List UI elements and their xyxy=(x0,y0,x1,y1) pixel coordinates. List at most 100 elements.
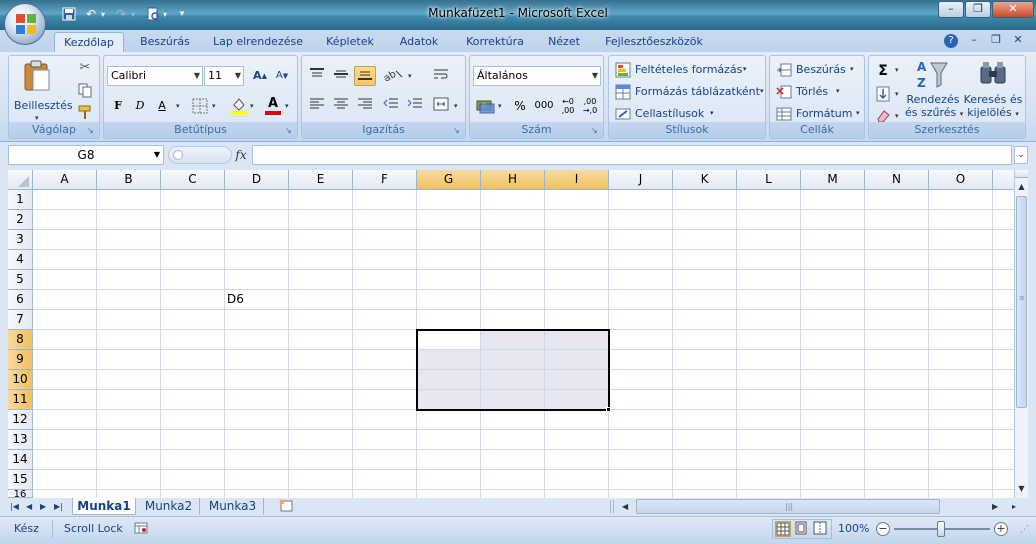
font-name-combo[interactable]: Calibri ▼ xyxy=(107,66,203,86)
merge-center-icon[interactable] xyxy=(430,96,452,116)
row-header-5[interactable]: 5 xyxy=(8,270,33,290)
first-sheet-icon[interactable]: |◀ xyxy=(10,500,22,513)
prev-sheet-icon[interactable]: ◀ xyxy=(26,500,36,513)
insert-sheet-icon[interactable] xyxy=(278,499,294,513)
percent-style-button[interactable]: % xyxy=(510,96,530,116)
ribbon-minimize-icon[interactable]: – xyxy=(966,32,982,48)
undo-dropdown-icon[interactable]: ▾ xyxy=(98,6,108,23)
wrap-text-icon[interactable] xyxy=(430,66,452,86)
increase-indent-icon[interactable] xyxy=(404,96,426,116)
column-header-D[interactable]: D xyxy=(225,170,289,190)
normal-view-icon[interactable] xyxy=(775,521,791,537)
bold-button[interactable]: F xyxy=(108,96,128,116)
font-size-dropdown-icon[interactable]: ▼ xyxy=(235,67,241,85)
decrease-decimal-icon[interactable]: ,00 →,0 xyxy=(580,96,600,116)
underline-dropdown-icon[interactable]: ▾ xyxy=(176,102,180,110)
tab-nezet[interactable]: Nézet xyxy=(542,32,586,53)
scroll-down-icon[interactable]: ▼ xyxy=(1015,482,1028,496)
row-header-13[interactable]: 13 xyxy=(8,430,33,450)
zoom-slider-thumb[interactable] xyxy=(937,521,945,537)
page-layout-view-icon[interactable] xyxy=(794,521,810,537)
insert-cells-button[interactable]: Beszúrás ▾ xyxy=(776,61,862,79)
cut-icon[interactable]: ✂ xyxy=(77,60,93,76)
copy-icon[interactable] xyxy=(77,82,93,98)
row-header-11[interactable]: 11 xyxy=(8,390,33,410)
worksheet-grid[interactable]: A B C D E F G H I J K L M N O 1 2 3 4 5 … xyxy=(8,170,1014,498)
column-header-C[interactable]: C xyxy=(161,170,225,190)
column-header-N[interactable]: N xyxy=(865,170,929,190)
tab-kezdolap[interactable]: Kezdőlap xyxy=(54,32,124,53)
font-size-combo[interactable]: 11 ▼ xyxy=(204,66,244,86)
column-header-I[interactable]: I xyxy=(545,170,609,190)
decrease-indent-icon[interactable] xyxy=(380,96,402,116)
format-painter-icon[interactable] xyxy=(77,104,93,120)
fill-color-dropdown-icon[interactable]: ▾ xyxy=(250,102,254,110)
vertical-scroll-thumb[interactable]: ≡ xyxy=(1016,196,1027,408)
vertical-scrollbar[interactable]: ▲ ≡ ▼ xyxy=(1014,170,1028,498)
column-header-G[interactable]: G xyxy=(417,170,481,190)
hsplit-box-icon[interactable]: ▸ xyxy=(1012,500,1022,513)
font-name-dropdown-icon[interactable]: ▼ xyxy=(194,67,200,85)
last-sheet-icon[interactable]: ▶| xyxy=(54,500,66,513)
close-button[interactable]: ✕ xyxy=(992,1,1034,18)
orientation-icon[interactable]: ab xyxy=(380,66,406,86)
font-launcher-icon[interactable]: ↘ xyxy=(285,126,295,136)
row-header-15[interactable]: 15 xyxy=(8,470,33,490)
shrink-font-icon[interactable]: A▼ xyxy=(272,66,292,86)
align-right-icon[interactable] xyxy=(354,96,376,116)
column-header-M[interactable]: M xyxy=(801,170,865,190)
redo-dropdown-icon[interactable]: ▾ xyxy=(128,6,138,23)
scroll-right-icon[interactable]: ▶ xyxy=(992,500,1002,513)
workbook-close-icon[interactable]: ✕ xyxy=(1010,32,1026,48)
office-button[interactable] xyxy=(4,3,46,45)
split-box[interactable] xyxy=(1015,170,1028,178)
italic-button[interactable]: D xyxy=(130,96,150,116)
zoom-level[interactable]: 100% xyxy=(838,521,869,537)
row-header-4[interactable]: 4 xyxy=(8,250,33,270)
row-header-12[interactable]: 12 xyxy=(8,410,33,430)
conditional-formatting-button[interactable]: Feltételes formázás ▾ xyxy=(615,61,765,79)
tab-lap-elrendezese[interactable]: Lap elrendezése xyxy=(210,32,306,53)
restore-button[interactable]: ❐ xyxy=(965,1,991,18)
borders-icon[interactable] xyxy=(192,98,208,114)
accounting-format-icon[interactable] xyxy=(476,98,496,114)
column-header-F[interactable]: F xyxy=(353,170,417,190)
column-header-O[interactable]: O xyxy=(929,170,993,190)
find-select-button[interactable]: Keresés és kijelölés ▾ xyxy=(963,59,1023,123)
select-all-corner[interactable] xyxy=(8,170,33,190)
number-launcher-icon[interactable]: ↘ xyxy=(591,126,601,136)
paste-dropdown-icon[interactable]: ▾ xyxy=(35,114,39,122)
customize-qat-icon[interactable]: ▾ xyxy=(176,6,188,23)
clipboard-launcher-icon[interactable]: ↘ xyxy=(87,126,97,136)
print-preview-dropdown-icon[interactable]: ▾ xyxy=(160,6,170,23)
tab-fejlesztoeszkozok[interactable]: Fejlesztőeszközök xyxy=(600,32,708,53)
name-box[interactable]: G8 ▼ xyxy=(8,145,164,165)
alignment-launcher-icon[interactable]: ↘ xyxy=(453,126,463,136)
grow-font-icon[interactable]: A▲ xyxy=(250,66,270,86)
row-header-3[interactable]: 3 xyxy=(8,230,33,250)
scroll-up-icon[interactable]: ▲ xyxy=(1015,180,1028,194)
cell-styles-button[interactable]: Cellastílusok ▾ xyxy=(615,105,765,123)
row-header-16[interactable]: 16 xyxy=(8,490,33,498)
fill-color-icon[interactable] xyxy=(230,96,248,116)
sheet-tab-munka3[interactable]: Munka3 xyxy=(202,498,264,515)
orientation-dropdown-icon[interactable]: ▾ xyxy=(408,72,412,80)
row-header-8[interactable]: 8 xyxy=(8,330,33,350)
row-header-9[interactable]: 9 xyxy=(8,350,33,370)
align-left-icon[interactable] xyxy=(306,96,328,116)
sheet-tab-munka1[interactable]: Munka1 xyxy=(72,498,136,515)
underline-button[interactable]: A xyxy=(152,96,172,116)
row-header-10[interactable]: 10 xyxy=(8,370,33,390)
fill-dropdown-icon[interactable]: ▾ xyxy=(895,90,899,98)
save-icon[interactable] xyxy=(60,6,78,23)
autosum-dropdown-icon[interactable]: ▾ xyxy=(895,66,899,74)
tab-split-bar[interactable] xyxy=(610,500,614,513)
fill-icon[interactable] xyxy=(875,86,891,102)
tab-kepletek[interactable]: Képletek xyxy=(320,32,380,53)
format-cells-button[interactable]: Formátum ▾ xyxy=(776,105,862,123)
number-format-dropdown-icon[interactable]: ▼ xyxy=(592,67,598,85)
tab-beszuras[interactable]: Beszúrás xyxy=(136,32,194,53)
formula-bar-slider[interactable] xyxy=(168,146,232,164)
column-header-A[interactable]: A xyxy=(33,170,97,190)
increase-decimal-icon[interactable]: ←0,00 xyxy=(558,96,578,116)
